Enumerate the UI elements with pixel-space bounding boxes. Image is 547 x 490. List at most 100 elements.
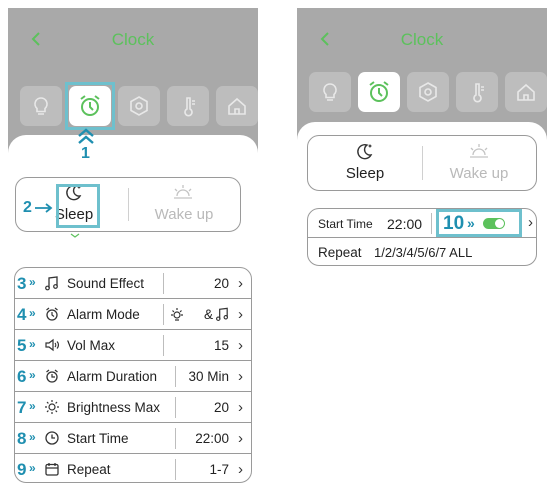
tab-sleep[interactable]: Sleep: [308, 136, 422, 190]
row-repeat[interactable]: Repeat 1/2/3/4/5/6/7 ALL: [308, 238, 536, 265]
row-label: Alarm Mode: [67, 307, 140, 322]
row-repeat[interactable]: 9 » Repeat 1-7 ›: [15, 454, 251, 482]
row-label: Sound Effect: [67, 276, 145, 291]
hexagon-icon[interactable]: [118, 86, 160, 126]
row-value: 22:00: [387, 216, 423, 232]
row-separator: [175, 397, 176, 418]
row-value: 1/2/3/4/5/6/7 ALL: [374, 245, 473, 260]
row-value: &: [203, 307, 213, 322]
row-label: Alarm Duration: [67, 369, 158, 384]
chevron-right-icon: ›: [238, 399, 243, 416]
music-mode-icon: [215, 306, 230, 327]
row-number: 6: [17, 367, 27, 386]
row-separator: [163, 335, 164, 356]
row-separator: [431, 213, 432, 234]
double-arrow-icon: »: [29, 368, 36, 382]
tab-wake-up[interactable]: Wake up: [128, 178, 240, 231]
music-note-icon: [44, 275, 60, 291]
row-label: Start Time: [318, 217, 373, 231]
alarm-icon: [44, 306, 60, 322]
toggle-highlight: [436, 209, 522, 237]
chevron-right-icon: ›: [238, 368, 243, 385]
wake-up-label: Wake up: [449, 165, 509, 182]
header: Clock: [297, 8, 547, 78]
row-label: Vol Max: [67, 338, 116, 353]
hexagon-icon[interactable]: [407, 72, 449, 112]
moon-icon: [356, 142, 374, 165]
sunrise-icon: [172, 184, 194, 205]
alarm-duration-icon: [44, 368, 60, 384]
row-label: Repeat: [318, 245, 362, 260]
alarm-clock-tab-icon[interactable]: [358, 72, 400, 112]
tab-wake-up[interactable]: Wake up: [422, 136, 536, 190]
row-sound-effect[interactable]: 3 » Sound Effect 20 ›: [15, 268, 251, 299]
page-title: Clock: [111, 30, 155, 49]
sun-mode-icon: [169, 306, 185, 327]
row-label: Brightness Max: [67, 400, 161, 415]
row-number: 4: [17, 305, 27, 324]
callout-2-arrow-icon: [34, 201, 54, 219]
header: Clock: [8, 8, 258, 78]
thermometer-icon[interactable]: [167, 86, 209, 126]
home-icon[interactable]: [505, 72, 547, 112]
row-value: 30 Min: [188, 369, 229, 384]
row-alarm-mode[interactable]: 4 » Alarm Mode & ›: [15, 299, 251, 330]
row-number: 9: [17, 460, 27, 479]
chevron-right-icon: ›: [238, 461, 243, 478]
double-arrow-icon: »: [29, 461, 36, 475]
sleep-wake-segment: Sleep Wake up: [307, 135, 537, 191]
chevron-right-icon: ›: [238, 275, 243, 292]
row-separator: [175, 459, 176, 480]
double-arrow-icon: »: [29, 337, 36, 351]
settings-card: Sleep Wake up Start Time 22:00 10 » › Re…: [297, 122, 547, 408]
row-brightness-max[interactable]: 7 » Brightness Max 20 ›: [15, 392, 251, 423]
chevron-right-icon: ›: [238, 337, 243, 354]
home-icon[interactable]: [216, 86, 258, 126]
chevron-right-icon: ›: [238, 430, 243, 447]
right-phone-screen: Clock Sleep Wake up Start Time 22:00 10 …: [297, 8, 547, 408]
mode-icon-row: [20, 82, 258, 130]
row-value: 20: [213, 276, 229, 291]
row-label: Repeat: [67, 462, 111, 477]
row-value: 15: [213, 338, 229, 353]
alarm-tab-highlight: [65, 82, 115, 130]
light-bulb-icon[interactable]: [309, 72, 351, 112]
left-phone-screen: Clock 1 Sleep Wake up 2 3 » Sound Effect…: [8, 8, 258, 486]
callout-2: 2: [23, 199, 32, 216]
row-separator: [175, 366, 176, 387]
row-separator: [163, 304, 164, 325]
row-number: 7: [17, 398, 27, 417]
sleep-label: Sleep: [345, 165, 385, 182]
brightness-icon: [44, 399, 60, 415]
callout-1: 1: [81, 145, 90, 162]
light-bulb-icon[interactable]: [20, 86, 62, 126]
row-separator: [175, 428, 176, 449]
row-value: 1-7: [209, 462, 229, 477]
sleep-tab-highlight: [56, 184, 100, 228]
clock-icon: [44, 430, 60, 446]
double-arrow-icon: »: [29, 275, 36, 289]
thermometer-icon[interactable]: [456, 72, 498, 112]
row-number: 8: [17, 429, 27, 448]
settings-card: 1 Sleep Wake up 2 3 » Sound Effect 20 › …: [8, 128, 258, 486]
row-label: Start Time: [67, 431, 129, 446]
sunrise-icon: [468, 143, 490, 164]
row-separator: [163, 273, 164, 294]
row-value: 22:00: [195, 431, 229, 446]
row-start-time[interactable]: Start Time 22:00 10 » ›: [308, 209, 536, 238]
wake-up-label: Wake up: [154, 206, 214, 223]
double-arrow-icon: »: [29, 306, 36, 320]
row-alarm-duration[interactable]: 6 » Alarm Duration 30 Min ›: [15, 361, 251, 392]
row-vol-max[interactable]: 5 » Vol Max 15 ›: [15, 330, 251, 361]
row-value: 20: [213, 400, 229, 415]
row-number: 3: [17, 274, 27, 293]
alarm-settings-list: 3 » Sound Effect 20 › 4 » Alarm Mode & ›: [14, 267, 252, 483]
page-title: Clock: [400, 30, 444, 49]
row-start-time[interactable]: 8 » Start Time 22:00 ›: [15, 423, 251, 454]
chevron-right-icon: ›: [238, 306, 243, 323]
mode-icon-row: [309, 72, 547, 116]
row-number: 5: [17, 336, 27, 355]
speaker-icon: [44, 337, 60, 353]
chevron-right-icon: ›: [528, 214, 533, 231]
calendar-icon: [44, 461, 60, 477]
